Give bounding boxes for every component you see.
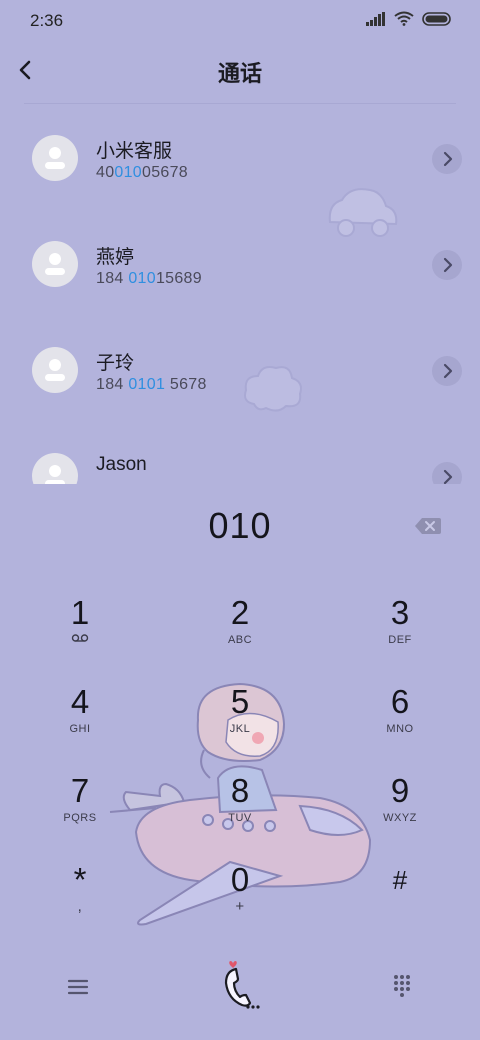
key-letters: ABC — [227, 634, 253, 646]
key-digit: 7 — [70, 772, 90, 809]
contact-name: 子玲 — [96, 353, 135, 374]
call-button[interactable] — [216, 961, 264, 1013]
key-digit: 9 — [390, 772, 410, 809]
key-1[interactable]: 1 — [20, 585, 140, 665]
call-icon — [224, 961, 260, 1009]
key-digit: 3 — [390, 594, 410, 631]
menu-button[interactable] — [60, 973, 96, 1001]
status-bar: 2:36 — [0, 0, 480, 40]
contact-name: Jason — [96, 454, 147, 475]
page-title: 通话 — [217, 61, 262, 86]
contact-detail-button[interactable] — [432, 250, 462, 280]
key-digit: * — [73, 861, 87, 898]
wifi-icon — [394, 11, 414, 26]
key-letters: PQRS — [63, 812, 97, 824]
avatar — [32, 453, 78, 484]
contact-detail-button[interactable] — [432, 356, 462, 386]
dialed-number-display: 010 — [208, 505, 272, 546]
voicemail-icon — [20, 633, 140, 647]
key-6[interactable]: 6 MNO — [340, 674, 460, 754]
key-digit: 6 — [390, 683, 410, 720]
key-digit: 2 — [230, 594, 250, 631]
key-3[interactable]: 3 DEF — [340, 585, 460, 665]
chevron-right-icon — [443, 151, 453, 167]
avatar — [32, 135, 78, 181]
contact-number: 184 01015689 — [96, 270, 202, 287]
key-digit: 4 — [70, 683, 90, 720]
backspace-button[interactable] — [414, 516, 442, 536]
key-digit: 0 — [230, 861, 250, 898]
keypad-icon — [394, 975, 410, 997]
contact-name: 燕婷 — [96, 247, 135, 268]
key-letters: GHI — [69, 723, 91, 735]
status-time: 2:36 — [30, 11, 64, 30]
key-4[interactable]: 4 GHI — [20, 674, 140, 754]
key-star[interactable]: * , — [20, 852, 140, 932]
key-letters: WXYZ — [383, 812, 417, 824]
keypad-toggle-button[interactable] — [384, 971, 420, 1003]
avatar — [32, 241, 78, 287]
key-digit: # — [392, 865, 408, 895]
status-icons — [366, 11, 452, 26]
person-icon — [45, 359, 65, 381]
key-hash[interactable]: # — [340, 852, 460, 932]
contact-detail-button[interactable] — [432, 462, 462, 484]
signal-icon — [366, 11, 385, 26]
contact-number: 184 0101 5678 — [96, 376, 207, 393]
key-letters: MNO — [386, 723, 414, 735]
key-digit: 1 — [70, 594, 90, 631]
key-letters: TUV — [228, 812, 252, 824]
header: 通话 — [0, 44, 480, 96]
key-7[interactable]: 7 PQRS — [20, 763, 140, 843]
person-icon — [45, 253, 65, 275]
key-letters: DEF — [388, 634, 412, 646]
key-8[interactable]: 8 TUV — [180, 763, 300, 843]
chevron-right-icon — [443, 363, 453, 379]
person-icon — [45, 147, 65, 169]
battery-icon — [422, 11, 451, 26]
contact-detail-button[interactable] — [432, 144, 462, 174]
contact-name: 小米客服 — [96, 141, 173, 162]
contact-list: 小米客服 4001005678 燕婷 184 01015689 子玲 184 0… — [0, 104, 480, 484]
avatar — [32, 347, 78, 393]
contact-item[interactable]: Jason — [0, 422, 480, 484]
key-letters: + — [235, 898, 245, 915]
contact-item[interactable]: 燕婷 184 01015689 — [0, 210, 480, 306]
key-digit: 5 — [230, 683, 250, 720]
contact-number: 4001005678 — [96, 164, 189, 181]
chevron-right-icon — [443, 469, 453, 484]
person-icon — [45, 465, 65, 484]
chevron-right-icon — [443, 257, 453, 273]
key-letters: , — [77, 898, 83, 915]
contact-item[interactable]: 子玲 184 0101 5678 — [0, 316, 480, 412]
key-0[interactable]: 0 + — [180, 852, 300, 932]
bottom-bar — [0, 955, 480, 1025]
key-2[interactable]: 2 ABC — [180, 585, 300, 665]
contact-item[interactable]: 小米客服 4001005678 — [0, 104, 480, 200]
backspace-icon — [415, 518, 441, 534]
key-5[interactable]: 5 JKL — [180, 674, 300, 754]
key-letters: JKL — [229, 723, 251, 735]
key-9[interactable]: 9 WXYZ — [340, 763, 460, 843]
menu-icon — [67, 979, 89, 995]
key-digit: 8 — [230, 772, 250, 809]
